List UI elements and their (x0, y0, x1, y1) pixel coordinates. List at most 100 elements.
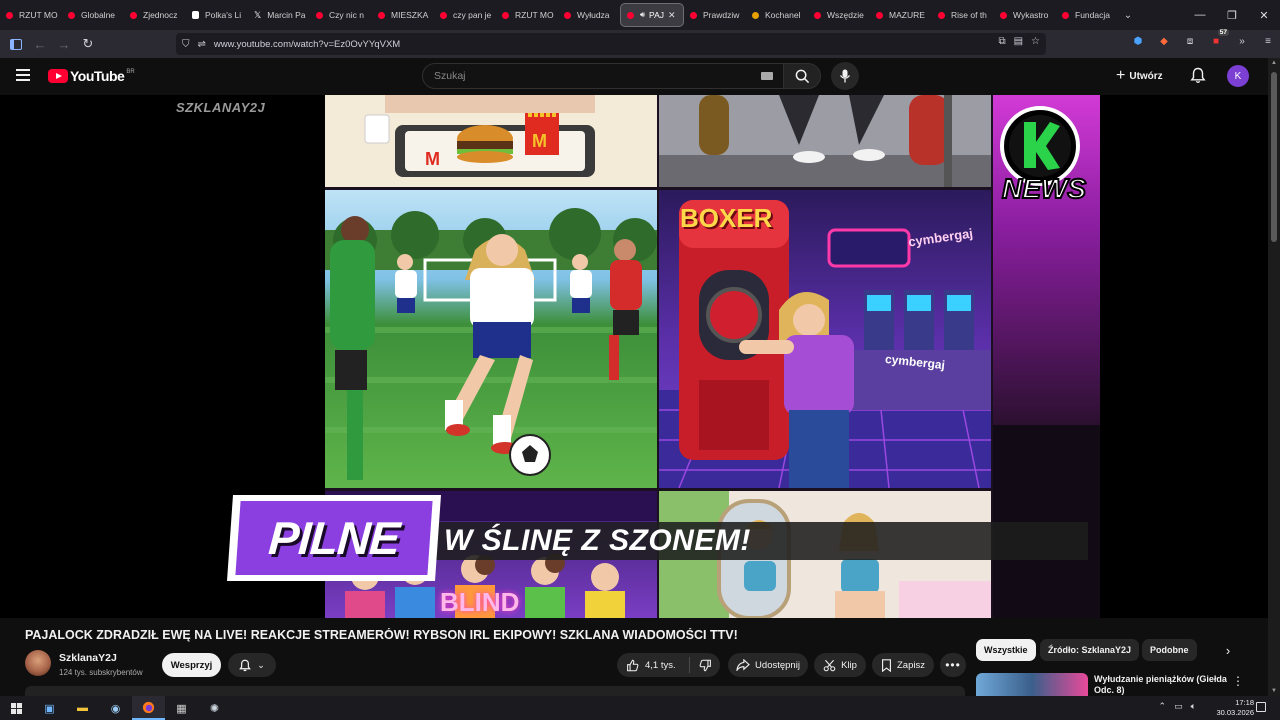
close-tab-icon[interactable]: ✕ (668, 10, 676, 21)
search-button[interactable] (783, 63, 821, 89)
browser-tab[interactable]: Wykastro (994, 3, 1056, 27)
youtube-logo[interactable]: YouTube BR (48, 68, 135, 84)
clip-button[interactable]: Klip (814, 653, 866, 677)
volume-icon[interactable]: 🔈︎ (1191, 701, 1196, 712)
scrollbar-thumb[interactable] (1271, 72, 1277, 242)
notifications-button[interactable] (1190, 67, 1206, 89)
channel-avatar[interactable] (25, 650, 51, 676)
shield-icon[interactable]: ⛉ (182, 39, 190, 50)
picture-in-picture-icon[interactable]: ⧉ (998, 36, 1005, 47)
video-player[interactable]: SZKLANAY2J M M NEWS W ŚLINĘ Z SZONEM! PI… (0, 95, 1268, 618)
share-button[interactable]: Udostępnij (728, 653, 808, 677)
support-button[interactable]: Wesprzyj (162, 653, 221, 677)
guide-menu-icon[interactable] (16, 69, 30, 81)
panel-soccer (325, 190, 657, 488)
bookmark-star-icon[interactable]: ☆ (1031, 36, 1040, 47)
browser-tab[interactable]: Zjednocz (124, 3, 186, 27)
page-scrollbar[interactable]: ▲ ▼ (1268, 58, 1280, 696)
browser-tab[interactable]: Wyłudza (558, 3, 620, 27)
thumbs-down-icon (699, 659, 711, 671)
speaker-icon[interactable]: 🔊︎ (640, 10, 645, 20)
overflow-menu-icon[interactable]: » (1234, 33, 1250, 49)
windows-start-icon[interactable] (0, 696, 33, 720)
like-dislike-group: 4,1 tys. (617, 653, 720, 677)
reload-icon[interactable]: ↻ (76, 32, 100, 56)
extension-badge-icon[interactable]: ■ 57 (1208, 29, 1229, 49)
browser-tab[interactable]: Czy nic n (310, 3, 372, 27)
related-video-thumbnail[interactable] (976, 673, 1088, 697)
adblock-shield-icon[interactable]: ⬢ (1130, 33, 1146, 49)
dislike-button[interactable] (690, 659, 720, 672)
microphone-icon (839, 69, 851, 83)
voice-search-button[interactable] (831, 62, 859, 90)
filter-chip[interactable]: Podobne (1142, 639, 1197, 661)
url-text[interactable]: www.youtube.com/watch?v=Ez0OvYYqVXM (214, 39, 400, 50)
browser-tab[interactable]: MIESZKA (372, 3, 434, 27)
app-icon[interactable]: ✺ (198, 696, 231, 720)
close-window-icon[interactable]: ✕ (1248, 9, 1280, 22)
account-avatar[interactable]: K (1227, 65, 1249, 87)
browser-tab[interactable]: 𝕏 Marcin Pa (248, 3, 310, 27)
network-icon[interactable]: ▭ (1174, 701, 1183, 712)
news-logo: NEWS (1000, 106, 1087, 205)
description-box[interactable] (25, 686, 965, 696)
reader-view-icon[interactable]: ▤ (1014, 36, 1023, 47)
forward-icon[interactable]: → (52, 32, 76, 56)
chevron-right-icon[interactable]: › (1219, 641, 1237, 659)
browser-tab[interactable]: Polka's Li (186, 3, 248, 27)
like-button[interactable]: 4,1 tys. (617, 657, 690, 673)
browser-tab[interactable]: RZUT MO (496, 3, 558, 27)
search-input[interactable]: Szukaj (422, 63, 784, 89)
file-explorer-icon[interactable]: ▬ (66, 696, 99, 720)
sidebar-toggle-icon[interactable] (4, 32, 28, 56)
subscriber-count: 124 tys. subskrybentów (59, 668, 143, 677)
more-actions-button[interactable]: ••• (940, 653, 966, 677)
breaking-tag-text: PILNE (266, 512, 402, 564)
youtube-icon (1062, 11, 1069, 19)
firefox-icon[interactable] (132, 696, 165, 720)
notification-center-icon[interactable] (1256, 702, 1266, 712)
extensions-puzzle-icon[interactable]: ⧈ (1182, 33, 1198, 49)
app-menu-icon[interactable]: ≡ (1260, 33, 1276, 49)
smiley-icon (752, 11, 759, 19)
tab-label: Czy nic n (329, 10, 364, 20)
browser-tab[interactable]: Kochanel (746, 3, 808, 27)
fox-extension-icon[interactable]: ◆ (1156, 33, 1172, 49)
scroll-down-icon[interactable]: ▼ (1271, 688, 1277, 694)
tab-label: Globalne (81, 10, 116, 20)
filter-chip[interactable]: Źródło: SzklanaY2J (1040, 639, 1140, 661)
subscription-notifications-button[interactable]: ⌄ (228, 653, 276, 677)
browser-tab[interactable]: Fundacja (1056, 3, 1116, 27)
browser-tab[interactable]: Wszędzie (808, 3, 870, 27)
tab-label: Prawdziw (703, 10, 740, 20)
browser-tab[interactable]: Prawdziw (684, 3, 746, 27)
calculator-icon[interactable]: ▦ (165, 696, 198, 720)
browser-tab[interactable]: Globalne (62, 3, 124, 27)
filter-chip[interactable]: Wszystkie (976, 639, 1036, 661)
scroll-up-icon[interactable]: ▲ (1271, 60, 1277, 66)
save-button[interactable]: Zapisz (872, 653, 934, 677)
create-button[interactable]: + Utwórz (1116, 66, 1163, 86)
browser-tab[interactable]: 🔊︎ PAJ ✕ (620, 3, 684, 27)
chevron-down-icon: ⌄ (257, 659, 265, 670)
back-icon[interactable]: ← (28, 32, 52, 56)
taskbar-clock[interactable]: 17:18 30.03.2026 (1216, 696, 1254, 720)
minimize-icon[interactable]: — (1184, 9, 1216, 21)
tab-label: PAJ (649, 10, 665, 20)
extension-badge-count: 57 (1217, 29, 1229, 36)
browser-tab[interactable]: Rise of th (932, 3, 994, 27)
browser-tab[interactable]: MAZURE (870, 3, 932, 27)
steam-icon[interactable]: ◉ (99, 696, 132, 720)
keyboard-icon[interactable] (761, 72, 773, 80)
task-view-icon[interactable]: ▣ (33, 696, 66, 720)
channel-name[interactable]: SzklanaY2J (59, 652, 117, 664)
browser-tab[interactable]: RZUT MO (0, 3, 62, 27)
restore-icon[interactable]: ❐ (1216, 9, 1248, 22)
browser-tab[interactable]: czy pan je (434, 3, 496, 27)
chevron-up-icon[interactable]: ⌃ (1159, 701, 1167, 712)
more-vertical-icon[interactable]: ⋮ (1232, 674, 1244, 688)
address-bar[interactable]: ⛉ ⇌ www.youtube.com/watch?v=Ez0OvYYqVXM … (176, 33, 1046, 55)
tab-list-dropdown-icon[interactable]: ⌄ (1116, 10, 1140, 21)
related-video-title[interactable]: Wyłudzanie pieniążków (Giełda Odc. 8) (1094, 674, 1228, 696)
site-settings-icon[interactable]: ⇌ (198, 39, 206, 50)
